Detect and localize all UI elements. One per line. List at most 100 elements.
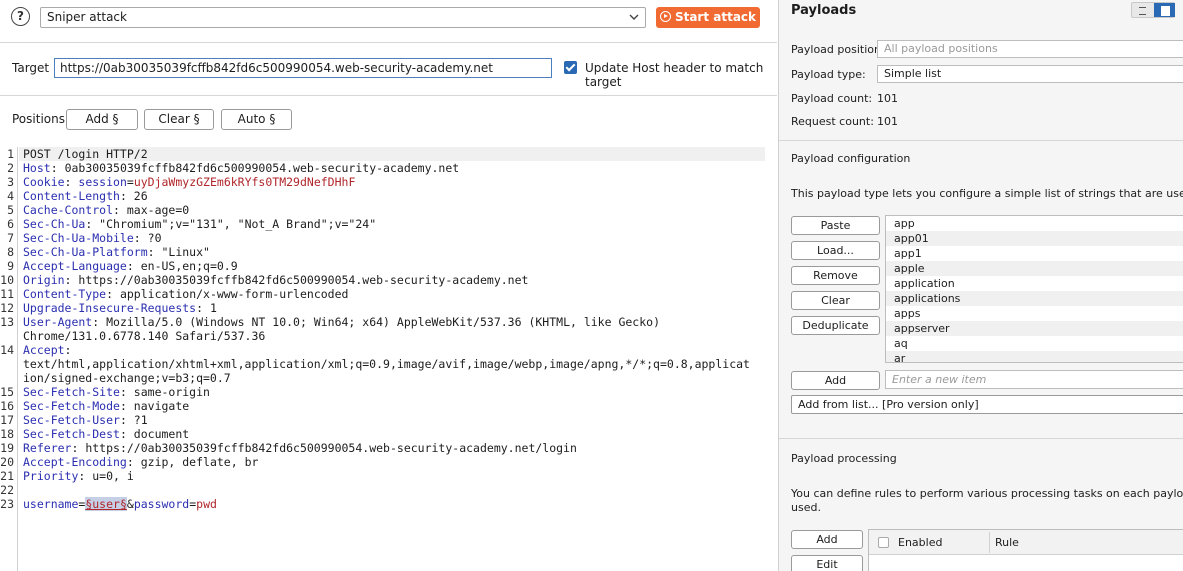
target-label: Target	[12, 61, 50, 75]
list-view-icon[interactable]	[1132, 3, 1153, 17]
divider	[0, 42, 777, 43]
line-number: 15	[0, 385, 14, 399]
target-url-input[interactable]: https://0ab30035039fcffb842fd6c500990054…	[54, 58, 552, 78]
line-number: 7	[7, 231, 14, 245]
request-editor[interactable]: 1 2 3 4 5 6 7 8 9 10 11 12 13 14 15 16 17 18 19 20 21 22 23 PO…	[0, 147, 777, 571]
deduplicate-button[interactable]: Deduplicate	[791, 316, 880, 335]
payload-type-select[interactable]: Simple list	[877, 65, 1183, 83]
header-value: application/x-www-form-urlencoded	[119, 287, 349, 301]
header-value: https://0ab30035039fcffb842fd6c500990054…	[85, 441, 577, 455]
list-item[interactable]: app01	[886, 231, 1183, 246]
header-name: Origin	[23, 273, 65, 287]
add-from-list-select[interactable]: Add from list... [Pro version only]	[791, 395, 1183, 414]
request-line: Referer: https://0ab30035039fcffb842fd6c…	[23, 441, 577, 455]
new-item-input[interactable]: Enter a new item	[885, 370, 1183, 389]
line-number-gutter: 1 2 3 4 5 6 7 8 9 10 11 12 13 14 15 16 17 18 19 20 21 22 23	[0, 147, 18, 571]
payload-processing-heading: Payload processing	[791, 452, 897, 465]
start-attack-button[interactable]: Start attack	[656, 7, 760, 28]
edit-rule-button[interactable]: Edit	[791, 555, 863, 571]
header-value: 26	[133, 189, 148, 203]
list-item[interactable]: ar	[886, 351, 1183, 362]
column-rule[interactable]: Rule	[995, 536, 1019, 549]
header-value: en-US,en;q=0.9	[140, 259, 238, 273]
request-line: Sec-Fetch-Mode: navigate	[23, 399, 189, 413]
positions-label: Positions	[12, 112, 65, 126]
list-item[interactable]: app1	[886, 246, 1183, 261]
header-separator: :	[119, 189, 134, 203]
line-number: 23	[0, 497, 14, 511]
rules-table-header: Enabled Rule	[869, 530, 1183, 555]
list-item[interactable]: app	[886, 216, 1183, 231]
play-icon	[659, 11, 671, 22]
request-line: Sec-Ch-Ua: "Chromium";v="131", "Not_A Br…	[23, 217, 376, 231]
payload-list[interactable]: app app01 app1 apple application applica…	[885, 215, 1183, 363]
add-marker-button[interactable]: Add §	[66, 109, 138, 130]
request-line: Upgrade-Insecure-Requests: 1	[23, 301, 217, 315]
header-separator: :	[64, 343, 72, 357]
list-item[interactable]: apple	[886, 261, 1183, 276]
header-value: u=0, i	[92, 469, 134, 483]
header-value: gzip, deflate, br	[140, 455, 259, 469]
header-value-continuation: ion/signed-exchange;v=b3;q=0.7	[23, 371, 231, 385]
param-separator: &	[126, 497, 134, 511]
request-line: Host: 0ab30035039fcffb842fd6c500990054.w…	[23, 161, 459, 175]
header-separator: :	[126, 455, 141, 469]
add-item-button[interactable]: Add	[791, 371, 880, 390]
select-all-checkbox[interactable]	[878, 537, 889, 548]
request-line: Content-Type: application/x-www-form-url…	[23, 287, 348, 301]
header-name: Sec-Ch-Ua-Mobile	[23, 231, 134, 245]
header-separator: :	[113, 203, 127, 217]
start-attack-label: Start attack	[674, 10, 757, 24]
header-name: Sec-Fetch-Site	[23, 385, 120, 399]
header-name: Accept-Encoding	[23, 455, 127, 469]
payloads-pane: Payloads Payload position: All payload p…	[778, 0, 1183, 571]
payload-position-select[interactable]: All payload positions	[877, 40, 1183, 58]
add-rule-button[interactable]: Add	[791, 530, 863, 549]
list-item[interactable]: appserver	[886, 321, 1183, 336]
update-host-checkbox[interactable]	[564, 61, 577, 74]
header-separator: :	[92, 315, 107, 329]
attack-type-select[interactable]: Sniper attack	[40, 7, 646, 28]
param-value: pwd	[196, 497, 217, 511]
line-number: 10	[0, 273, 14, 287]
header-separator: :	[119, 399, 134, 413]
header-separator: :	[78, 469, 93, 483]
payload-config-description: This payload type lets you configure a s…	[791, 187, 1183, 200]
header-value: https://0ab30035039fcffb842fd6c500990054…	[78, 273, 529, 287]
list-item[interactable]: aq	[886, 336, 1183, 351]
divider	[779, 438, 1183, 439]
help-icon[interactable]: ?	[11, 7, 30, 26]
clear-button[interactable]: Clear	[791, 291, 880, 310]
list-item[interactable]: application	[886, 276, 1183, 291]
remove-button[interactable]: Remove	[791, 266, 880, 285]
header-name: Sec-Ch-Ua	[23, 217, 86, 231]
list-item[interactable]: apps	[886, 306, 1183, 321]
load-button[interactable]: Load...	[791, 241, 880, 260]
header-separator: :	[119, 413, 134, 427]
chevron-down-icon	[629, 14, 639, 20]
payload-marker: §user§	[85, 497, 127, 511]
request-line: Content-Length: 26	[23, 189, 148, 203]
auto-marker-button[interactable]: Auto §	[221, 109, 292, 130]
header-name: Referer	[23, 441, 72, 455]
header-separator: :	[71, 441, 86, 455]
header-name: Content-Type	[23, 287, 107, 301]
header-name: Sec-Fetch-Dest	[23, 427, 120, 441]
header-name: Cache-Control	[23, 203, 114, 217]
view-toggle[interactable]	[1131, 2, 1175, 18]
request-line: Accept-Encoding: gzip, deflate, br	[23, 455, 258, 469]
rules-table[interactable]: Enabled Rule	[868, 529, 1183, 571]
header-name: Content-Length	[23, 189, 120, 203]
request-count-label: Request count:	[791, 115, 874, 128]
header-separator: :	[106, 287, 120, 301]
paste-button[interactable]: Paste	[791, 216, 880, 235]
header-name: Accept	[23, 343, 65, 357]
line-number: 11	[0, 287, 14, 301]
column-enabled[interactable]: Enabled	[898, 536, 942, 549]
panel-view-icon[interactable]	[1154, 3, 1175, 17]
list-item[interactable]: applications	[886, 291, 1183, 306]
header-value: document	[133, 427, 190, 441]
header-value: navigate	[133, 399, 190, 413]
clear-marker-button[interactable]: Clear §	[144, 109, 214, 130]
header-name: Cookie	[23, 175, 65, 189]
